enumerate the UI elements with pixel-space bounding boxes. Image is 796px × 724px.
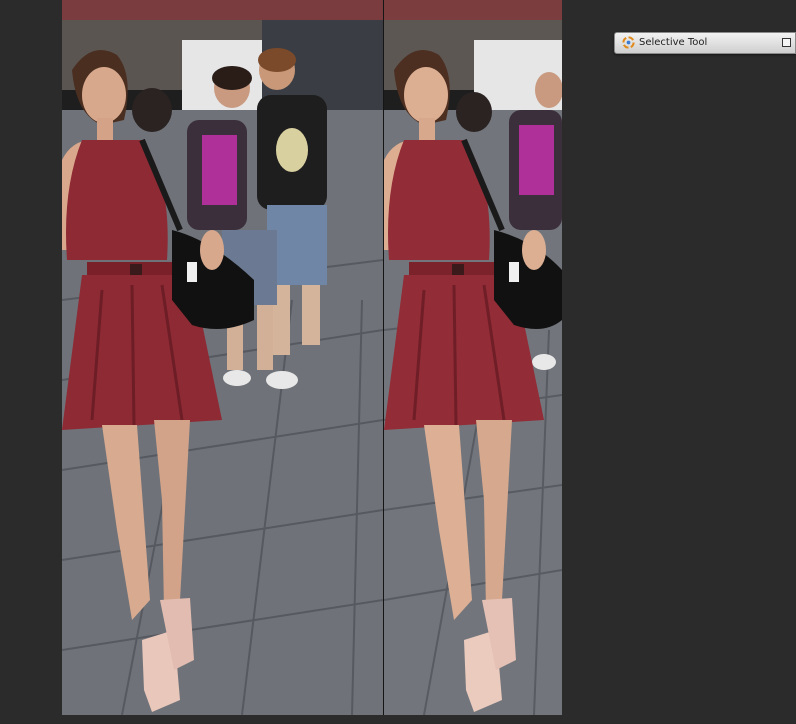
before-photo[interactable] [62, 0, 383, 715]
after-photo-art [384, 0, 562, 715]
after-photo[interactable] [384, 0, 562, 715]
selective-tool-panel[interactable]: Selective Tool [614, 32, 796, 54]
panel-title: Selective Tool [639, 37, 708, 48]
selective-tool-icon [622, 36, 635, 49]
before-photo-art [62, 0, 383, 715]
editor-workspace: Selective Tool [0, 0, 796, 724]
close-box-icon[interactable] [782, 38, 791, 47]
image-canvas[interactable] [62, 0, 562, 715]
